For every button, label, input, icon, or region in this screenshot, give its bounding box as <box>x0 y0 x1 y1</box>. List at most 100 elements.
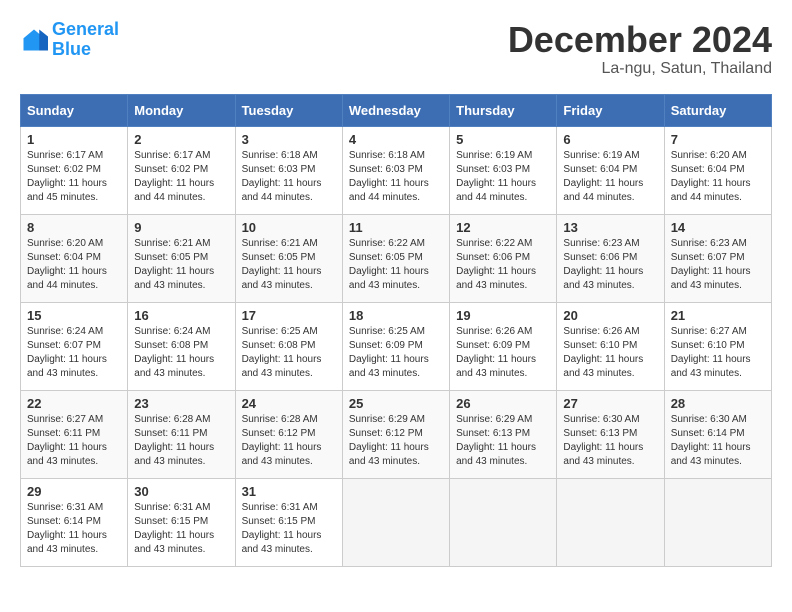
day-info: Sunrise: 6:30 AMSunset: 6:13 PMDaylight:… <box>563 413 657 469</box>
title-block: December 2024 La-ngu, Satun, Thailand <box>508 20 772 78</box>
calendar-cell: 17 Sunrise: 6:25 AMSunset: 6:08 PMDayligh… <box>235 302 342 390</box>
day-number: 12 <box>456 220 550 235</box>
calendar-cell: 3 Sunrise: 6:18 AMSunset: 6:03 PMDaylight… <box>235 126 342 214</box>
calendar-cell: 22Sunrise: 6:27 AMSunset: 6:11 PMDayligh… <box>21 390 128 478</box>
day-number: 5 <box>456 132 550 147</box>
logo: General Blue <box>20 20 119 60</box>
day-number: 4 <box>349 132 443 147</box>
day-info: Sunrise: 6:19 AMSunset: 6:03 PMDaylight:… <box>456 149 550 205</box>
day-info: Sunrise: 6:24 AMSunset: 6:08 PMDaylight:… <box>134 325 228 381</box>
calendar-table: Sunday Monday Tuesday Wednesday Thursday… <box>20 94 772 567</box>
calendar-cell: 16 Sunrise: 6:24 AMSunset: 6:08 PMDayligh… <box>128 302 235 390</box>
day-info: Sunrise: 6:27 AMSunset: 6:11 PMDaylight:… <box>27 413 121 469</box>
day-number: 13 <box>563 220 657 235</box>
location: La-ngu, Satun, Thailand <box>508 60 772 78</box>
day-info: Sunrise: 6:23 AMSunset: 6:06 PMDaylight:… <box>563 237 657 293</box>
day-number: 23 <box>134 396 228 411</box>
page-header: General Blue December 2024 La-ngu, Satun… <box>20 20 772 78</box>
col-sunday: Sunday <box>21 94 128 126</box>
day-info: Sunrise: 6:20 AMSunset: 6:04 PMDaylight:… <box>671 149 765 205</box>
day-info: Sunrise: 6:28 AMSunset: 6:12 PMDaylight:… <box>242 413 336 469</box>
col-wednesday: Wednesday <box>342 94 449 126</box>
day-info: Sunrise: 6:18 AMSunset: 6:03 PMDaylight:… <box>242 149 336 205</box>
calendar-cell: 21 Sunrise: 6:27 AMSunset: 6:10 PMDayligh… <box>664 302 771 390</box>
logo-line2: Blue <box>52 39 91 59</box>
calendar-cell: 18 Sunrise: 6:25 AMSunset: 6:09 PMDayligh… <box>342 302 449 390</box>
day-number: 7 <box>671 132 765 147</box>
calendar-cell: 30 Sunrise: 6:31 AMSunset: 6:15 PMDayligh… <box>128 478 235 566</box>
calendar-cell: 11 Sunrise: 6:22 AMSunset: 6:05 PMDayligh… <box>342 214 449 302</box>
day-number: 16 <box>134 308 228 323</box>
calendar-cell: 4Sunrise: 6:18 AMSunset: 6:03 PMDaylight… <box>342 126 449 214</box>
calendar-cell: 2Sunrise: 6:17 AMSunset: 6:02 PMDaylight… <box>128 126 235 214</box>
calendar-cell: 26 Sunrise: 6:29 AMSunset: 6:13 PMDayligh… <box>450 390 557 478</box>
day-number: 2 <box>134 132 228 147</box>
day-info: Sunrise: 6:25 AMSunset: 6:09 PMDaylight:… <box>349 325 443 381</box>
day-info: Sunrise: 6:25 AMSunset: 6:08 PMDaylight:… <box>242 325 336 381</box>
day-number: 27 <box>563 396 657 411</box>
day-number: 28 <box>671 396 765 411</box>
calendar-cell <box>557 478 664 566</box>
day-number: 21 <box>671 308 765 323</box>
day-number: 3 <box>242 132 336 147</box>
day-number: 29 <box>27 484 121 499</box>
day-number: 11 <box>349 220 443 235</box>
day-number: 20 <box>563 308 657 323</box>
day-number: 30 <box>134 484 228 499</box>
day-number: 14 <box>671 220 765 235</box>
day-number: 26 <box>456 396 550 411</box>
calendar-cell: 28 Sunrise: 6:30 AMSunset: 6:14 PMDayligh… <box>664 390 771 478</box>
day-number: 18 <box>349 308 443 323</box>
calendar-cell: 20 Sunrise: 6:26 AMSunset: 6:10 PMDayligh… <box>557 302 664 390</box>
day-info: Sunrise: 6:30 AMSunset: 6:14 PMDaylight:… <box>671 413 765 469</box>
logo-text: General Blue <box>52 20 119 60</box>
day-number: 10 <box>242 220 336 235</box>
calendar-cell: 29Sunrise: 6:31 AMSunset: 6:14 PMDayligh… <box>21 478 128 566</box>
calendar-cell: 10 Sunrise: 6:21 AMSunset: 6:05 PMDayligh… <box>235 214 342 302</box>
calendar-cell: 24 Sunrise: 6:28 AMSunset: 6:12 PMDayligh… <box>235 390 342 478</box>
calendar-cell: 23 Sunrise: 6:28 AMSunset: 6:11 PMDayligh… <box>128 390 235 478</box>
day-number: 1 <box>27 132 121 147</box>
day-info: Sunrise: 6:22 AMSunset: 6:05 PMDaylight:… <box>349 237 443 293</box>
calendar-cell: 27 Sunrise: 6:30 AMSunset: 6:13 PMDayligh… <box>557 390 664 478</box>
calendar-cell: 13 Sunrise: 6:23 AMSunset: 6:06 PMDayligh… <box>557 214 664 302</box>
day-info: Sunrise: 6:29 AMSunset: 6:13 PMDaylight:… <box>456 413 550 469</box>
col-tuesday: Tuesday <box>235 94 342 126</box>
day-info: Sunrise: 6:21 AMSunset: 6:05 PMDaylight:… <box>242 237 336 293</box>
calendar-cell: 8Sunrise: 6:20 AMSunset: 6:04 PMDaylight… <box>21 214 128 302</box>
logo-line1: General <box>52 19 119 39</box>
col-thursday: Thursday <box>450 94 557 126</box>
calendar-cell: 25 Sunrise: 6:29 AMSunset: 6:12 PMDayligh… <box>342 390 449 478</box>
day-number: 24 <box>242 396 336 411</box>
col-friday: Friday <box>557 94 664 126</box>
calendar-cell: 5 Sunrise: 6:19 AMSunset: 6:03 PMDaylight… <box>450 126 557 214</box>
logo-icon <box>20 26 48 54</box>
day-info: Sunrise: 6:21 AMSunset: 6:05 PMDaylight:… <box>134 237 228 293</box>
day-info: Sunrise: 6:24 AMSunset: 6:07 PMDaylight:… <box>27 325 121 381</box>
day-number: 25 <box>349 396 443 411</box>
calendar-week-row: 8Sunrise: 6:20 AMSunset: 6:04 PMDaylight… <box>21 214 772 302</box>
day-info: Sunrise: 6:29 AMSunset: 6:12 PMDaylight:… <box>349 413 443 469</box>
calendar-week-row: 22Sunrise: 6:27 AMSunset: 6:11 PMDayligh… <box>21 390 772 478</box>
day-info: Sunrise: 6:31 AMSunset: 6:15 PMDaylight:… <box>242 501 336 557</box>
day-info: Sunrise: 6:28 AMSunset: 6:11 PMDaylight:… <box>134 413 228 469</box>
calendar-cell: 1Sunrise: 6:17 AMSunset: 6:02 PMDaylight… <box>21 126 128 214</box>
day-number: 31 <box>242 484 336 499</box>
col-monday: Monday <box>128 94 235 126</box>
calendar-week-row: 15Sunrise: 6:24 AMSunset: 6:07 PMDayligh… <box>21 302 772 390</box>
calendar-cell: 15Sunrise: 6:24 AMSunset: 6:07 PMDayligh… <box>21 302 128 390</box>
day-number: 19 <box>456 308 550 323</box>
day-info: Sunrise: 6:23 AMSunset: 6:07 PMDaylight:… <box>671 237 765 293</box>
calendar-week-row: 1Sunrise: 6:17 AMSunset: 6:02 PMDaylight… <box>21 126 772 214</box>
day-info: Sunrise: 6:31 AMSunset: 6:15 PMDaylight:… <box>134 501 228 557</box>
calendar-cell: 14 Sunrise: 6:23 AMSunset: 6:07 PMDayligh… <box>664 214 771 302</box>
day-info: Sunrise: 6:26 AMSunset: 6:09 PMDaylight:… <box>456 325 550 381</box>
day-info: Sunrise: 6:26 AMSunset: 6:10 PMDaylight:… <box>563 325 657 381</box>
day-number: 17 <box>242 308 336 323</box>
calendar-cell <box>342 478 449 566</box>
calendar-cell: 12Sunrise: 6:22 AMSunset: 6:06 PMDayligh… <box>450 214 557 302</box>
calendar-cell: 6Sunrise: 6:19 AMSunset: 6:04 PMDaylight… <box>557 126 664 214</box>
day-number: 6 <box>563 132 657 147</box>
day-info: Sunrise: 6:27 AMSunset: 6:10 PMDaylight:… <box>671 325 765 381</box>
day-number: 8 <box>27 220 121 235</box>
